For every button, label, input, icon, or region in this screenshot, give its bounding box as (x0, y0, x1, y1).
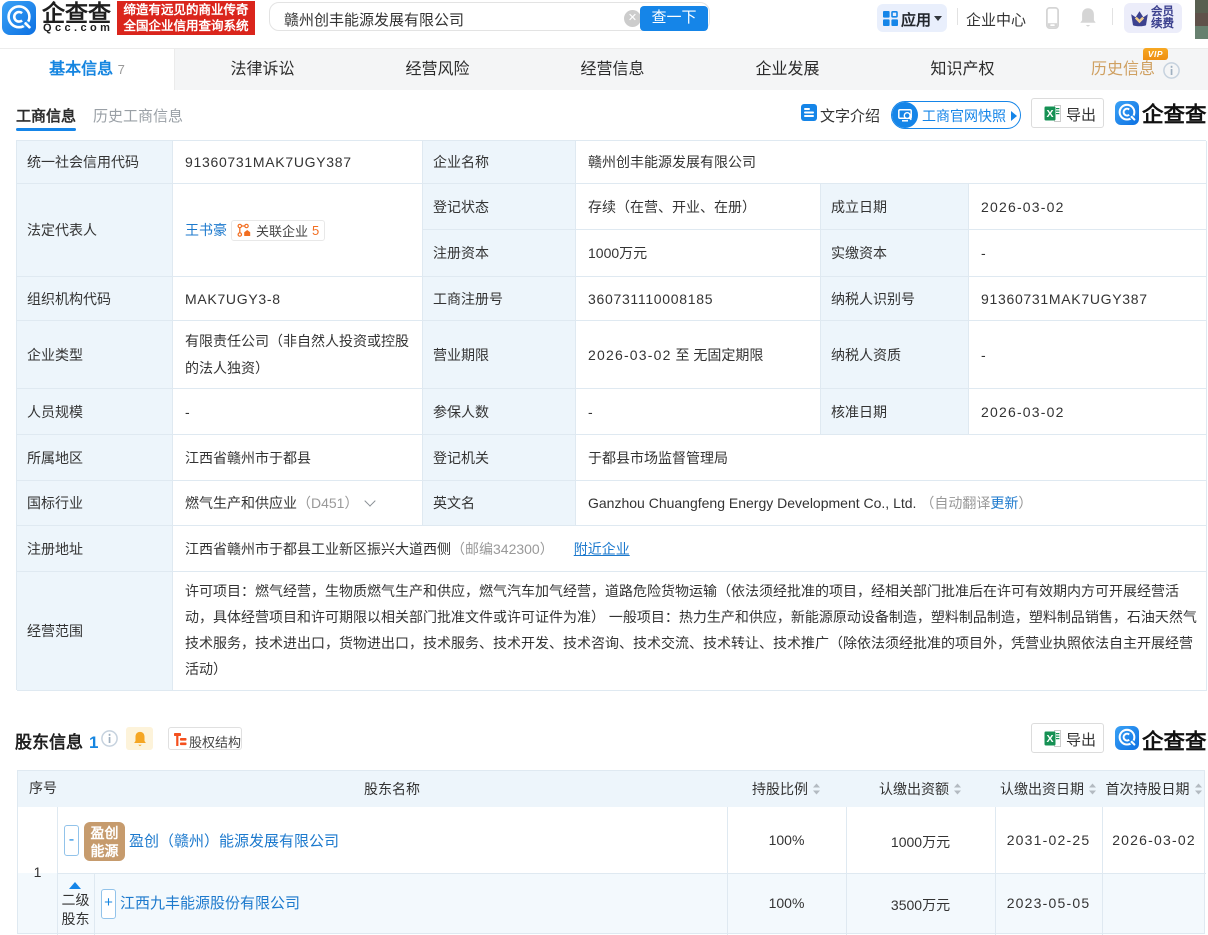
svg-text:X: X (1046, 733, 1053, 745)
svg-text:X: X (1046, 108, 1053, 120)
